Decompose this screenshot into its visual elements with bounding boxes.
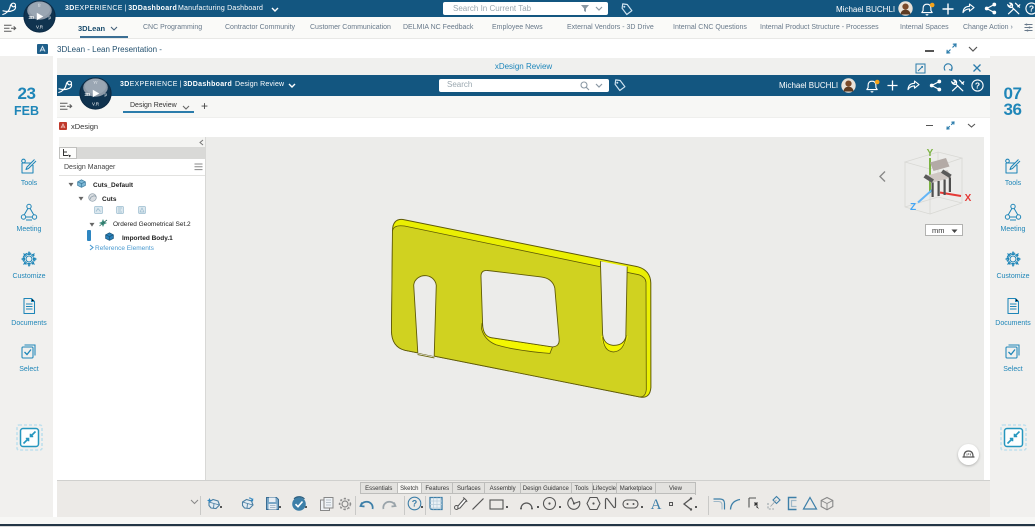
svg-text:?: ? [412, 499, 418, 509]
svg-text:A: A [651, 497, 662, 511]
svg-text:X: X [965, 193, 972, 204]
svg-text:?: ? [975, 80, 980, 90]
svg-text:V.R: V.R [92, 102, 100, 107]
svg-text:Z: Z [910, 202, 916, 213]
svg-text:?: ? [1029, 3, 1034, 13]
svg-text:3D: 3D [85, 92, 92, 97]
svg-text:Y: Y [927, 148, 934, 159]
svg-text:3D: 3D [29, 15, 36, 20]
svg-text:V.R: V.R [36, 25, 44, 30]
svg-text:Yr: Yr [93, 80, 98, 85]
